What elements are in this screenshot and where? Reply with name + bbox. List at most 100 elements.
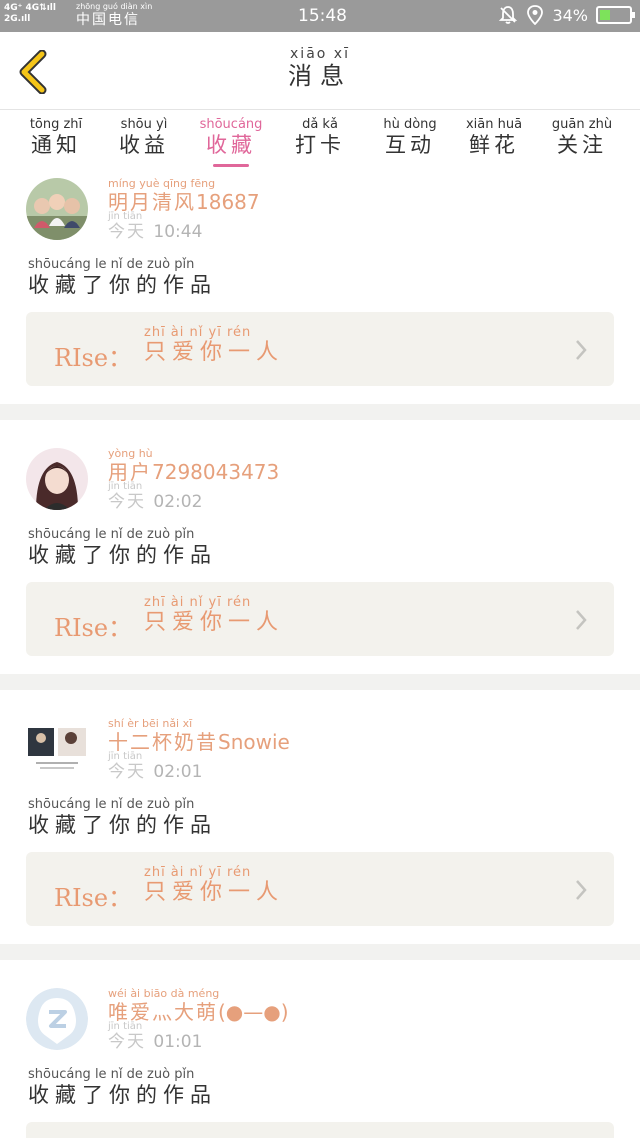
bell-muted-icon <box>499 6 518 24</box>
status-time: 15:48 <box>298 6 347 26</box>
divider <box>0 404 640 420</box>
work-label: RIse： <box>54 884 133 912</box>
work-title-pinyin: zhī ài nǐ yī rén <box>144 595 252 610</box>
action-text: shōucáng le nǐ de zuò pǐn 收藏了你的作品 <box>28 258 217 298</box>
action-hz: 收藏了你的作品 <box>28 1083 217 1107</box>
list-item: wéi ài biāo dà méng 唯爱灬大萌(●—●) jīn tiān … <box>0 960 640 1138</box>
list-item: shí èr bēi nǎi xī 十二杯奶昔Snowie jīn tiān 今… <box>0 690 640 944</box>
work-card[interactable] <box>26 1122 614 1138</box>
tab-bar: tōng zhī 通知 shōu yì 收益 shōucáng 收藏 dǎ kǎ… <box>0 112 640 168</box>
tab-favorites[interactable]: shōucáng 收藏 <box>191 118 271 158</box>
work-card[interactable]: RIse： zhī ài nǐ yī rén 只爱你一人 <box>26 852 614 926</box>
timestamp-pinyin: jīn tiān <box>108 751 143 762</box>
battery-percent: 34% <box>552 5 588 25</box>
timestamp-pinyin: jīn tiān <box>108 1021 143 1032</box>
work-card[interactable]: RIse： zhī ài nǐ yī rén 只爱你一人 <box>26 582 614 656</box>
action-text: shōucáng le nǐ de zuò pǐn 收藏了你的作品 <box>28 798 217 838</box>
action-pinyin: shōucáng le nǐ de zuò pǐn <box>28 797 195 812</box>
username[interactable]: wéi ài biāo dà méng 唯爱灬大萌(●—●) <box>108 987 289 1025</box>
status-bar: 4G⁺ 4G⇅ıll 2G.ıll zhōng guó diàn xìn 中国电… <box>0 0 640 32</box>
timestamp: jīn tiān 今天 02:01 <box>108 751 203 783</box>
action-hz: 收藏了你的作品 <box>28 543 217 567</box>
page-title-text: 消息 <box>288 62 352 90</box>
action-hz: 收藏了你的作品 <box>28 273 217 297</box>
avatar-photo <box>26 718 88 780</box>
action-text: shōucáng le nǐ de zuò pǐn 收藏了你的作品 <box>28 528 217 568</box>
username-suffix: 7298043473 <box>152 460 280 484</box>
work-title: zhī ài nǐ yī rén 只爱你一人 <box>144 596 284 636</box>
tab-earnings[interactable]: shōu yì 收益 <box>104 118 184 158</box>
network-line-1: 4G⁺ 4G⇅ıll <box>4 3 56 13</box>
status-right: 34% <box>498 5 635 25</box>
username[interactable]: míng yuè qīng fēng 明月清风18687 <box>108 177 260 215</box>
tab-flowers[interactable]: xiān huā 鲜花 <box>454 118 534 158</box>
username[interactable]: shí èr bēi nǎi xī 十二杯奶昔Snowie <box>108 717 290 755</box>
work-title: zhī ài nǐ yī rén 只爱你一人 <box>144 326 284 366</box>
list-item: yòng hù 用户7298043473 jīn tiān 今天 02:02 s… <box>0 420 640 674</box>
timestamp-day: 今天 <box>108 762 146 782</box>
page-title-pinyin: xiāo xī <box>290 46 350 62</box>
timestamp-pinyin: jīn tiān <box>108 481 143 492</box>
tab-checkin[interactable]: dǎ kǎ 打卡 <box>280 118 360 158</box>
username-pinyin: míng yuè qīng fēng <box>108 177 216 190</box>
tab-pinyin: dǎ kǎ <box>302 117 338 132</box>
work-title-pinyin: zhī ài nǐ yī rén <box>144 865 252 880</box>
username-pinyin: shí èr bēi nǎi xī <box>108 717 193 730</box>
work-title-pinyin: zhī ài nǐ yī rén <box>144 325 252 340</box>
work-label: RIse： <box>54 344 133 372</box>
header: xiāo xī 消息 <box>0 32 640 110</box>
work-card[interactable]: RIse： zhī ài nǐ yī rén 只爱你一人 <box>26 312 614 386</box>
action-text: shōucáng le nǐ de zuò pǐn 收藏了你的作品 <box>28 1068 217 1108</box>
timestamp-day: 今天 <box>108 1032 146 1052</box>
avatar-photo <box>26 448 88 510</box>
action-hz: 收藏了你的作品 <box>28 813 217 837</box>
location-icon <box>527 5 544 25</box>
tab-notifications[interactable]: tōng zhī 通知 <box>16 118 96 158</box>
timestamp-pinyin: jīn tiān <box>108 211 143 222</box>
tab-pinyin: guān zhù <box>551 117 613 132</box>
list-item: míng yuè qīng fēng 明月清风18687 jīn tiān 今天… <box>0 168 640 404</box>
carrier-pinyin: zhōng guó diàn xìn <box>76 2 153 11</box>
active-tab-indicator <box>213 164 249 167</box>
timestamp-day: 今天 <box>108 492 146 512</box>
username-suffix: Snowie <box>218 730 290 754</box>
action-pinyin: shōucáng le nǐ de zuò pǐn <box>28 1067 195 1082</box>
work-title: zhī ài nǐ yī rén 只爱你一人 <box>144 866 284 906</box>
avatar[interactable] <box>26 448 88 510</box>
tab-label: 打卡 <box>295 133 345 157</box>
username[interactable]: yòng hù 用户7298043473 <box>108 448 280 485</box>
chevron-right-icon <box>576 340 587 360</box>
username-suffix: (●—●) <box>218 1000 289 1024</box>
timestamp: jīn tiān 今天 02:02 <box>108 481 202 513</box>
username-pinyin: wéi ài biāo dà méng <box>108 987 220 1000</box>
action-pinyin: shōucáng le nǐ de zuò pǐn <box>28 257 195 272</box>
divider <box>0 944 640 960</box>
battery-icon <box>596 6 635 24</box>
avatar[interactable] <box>26 718 88 780</box>
avatar-photo <box>26 178 88 240</box>
timestamp: jīn tiān 今天 10:44 <box>108 211 203 243</box>
page-title: xiāo xī 消息 <box>0 46 640 90</box>
tab-label: 关注 <box>557 133 607 157</box>
timestamp-time: 02:01 <box>153 762 203 782</box>
default-avatar-icon <box>26 988 88 1050</box>
tab-label: 鲜花 <box>469 133 519 157</box>
tab-pinyin: xiān huā <box>465 117 523 132</box>
timestamp-time: 10:44 <box>153 222 203 242</box>
tab-pinyin: shōu yì <box>120 117 168 132</box>
carrier: zhōng guó diàn xìn 中国电信 <box>76 2 152 28</box>
tab-interaction[interactable]: hù dòng 互动 <box>370 118 450 158</box>
tab-pinyin: shōucáng <box>199 117 263 132</box>
tab-label: 收益 <box>119 133 169 157</box>
avatar[interactable] <box>26 178 88 240</box>
avatar[interactable] <box>26 988 88 1050</box>
divider <box>0 674 640 690</box>
tab-following[interactable]: guān zhù 关注 <box>542 118 622 158</box>
tab-label: 互动 <box>385 133 435 157</box>
work-title-text: 只爱你一人 <box>144 340 285 365</box>
work-label: RIse： <box>54 614 133 642</box>
chevron-right-icon <box>576 610 587 630</box>
network-indicator: 4G⁺ 4G⇅ıll 2G.ıll <box>4 3 56 25</box>
action-pinyin: shōucáng le nǐ de zuò pǐn <box>28 527 195 542</box>
tab-label: 通知 <box>31 133 81 157</box>
